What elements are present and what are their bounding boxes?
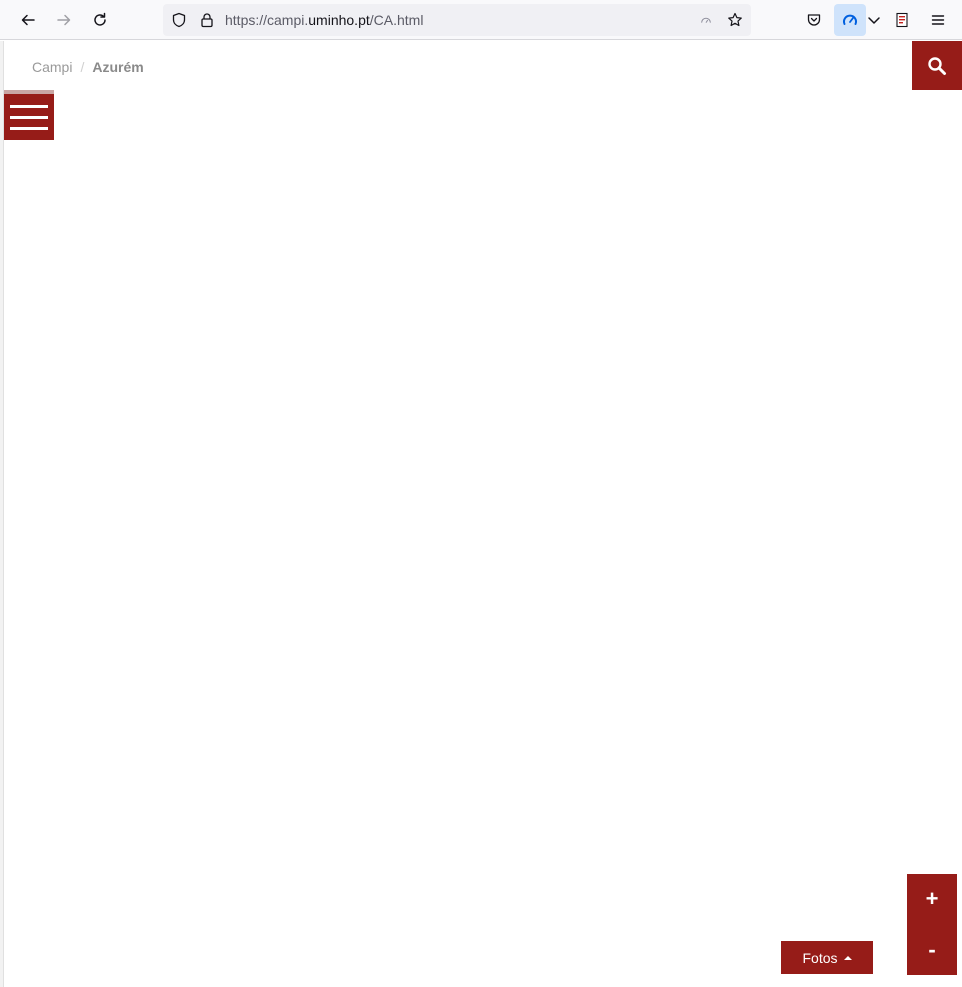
arrow-right-icon (57, 14, 71, 26)
fotos-button[interactable]: Fotos (781, 941, 873, 974)
browser-toolbar: https://campi.uminho.pt/CA.html (0, 0, 962, 40)
back-button[interactable] (12, 4, 44, 36)
reload-icon (94, 12, 106, 26)
zoom-controls: + - (907, 874, 957, 975)
app-menu-button[interactable] (922, 4, 954, 36)
url-text[interactable]: https://campi.uminho.pt/CA.html (225, 4, 423, 36)
map-page[interactable]: Campi / Azurém Fotos + - (4, 41, 962, 987)
lock-icon[interactable] (199, 12, 215, 28)
hamburger-menu-icon (931, 15, 945, 25)
url-domain: uminho.pt (308, 12, 370, 28)
url-prefix: https://campi. (225, 12, 309, 28)
pdf-extension-button[interactable] (886, 4, 918, 36)
forward-button[interactable] (48, 4, 80, 36)
menu-bar (10, 126, 48, 130)
speed-extension-button[interactable] (834, 4, 866, 36)
menu-bar (10, 104, 48, 108)
zoom-out-button[interactable]: - (907, 925, 957, 975)
menu-toggle-button[interactable] (4, 90, 54, 140)
shield-icon[interactable] (171, 12, 187, 28)
reader-mode-icon[interactable] (698, 12, 714, 28)
url-suffix: /CA.html (369, 12, 424, 28)
reload-button[interactable] (84, 4, 116, 36)
bookmark-star-icon[interactable] (727, 12, 743, 28)
chevron-down-icon (868, 17, 880, 24)
arrow-left-icon (21, 14, 35, 26)
search-button[interactable] (912, 41, 962, 90)
breadcrumb-current: Azurém (92, 59, 144, 75)
breadcrumb-item-campi[interactable]: Campi (32, 59, 72, 75)
zoom-in-button[interactable]: + (907, 874, 957, 924)
search-icon (928, 56, 946, 75)
breadcrumb-separator: / (80, 59, 85, 75)
breadcrumb: Campi / Azurém (32, 59, 144, 75)
pocket-icon (807, 14, 821, 26)
url-bar[interactable]: https://campi.uminho.pt/CA.html (163, 4, 751, 36)
caret-up-icon (843, 955, 852, 960)
pocket-button[interactable] (798, 4, 830, 36)
menu-bar (10, 115, 48, 119)
pdf-document-icon (896, 12, 908, 28)
speedometer-icon (843, 14, 857, 25)
extension-dropdown-button[interactable] (864, 4, 884, 36)
fotos-label: Fotos (802, 949, 838, 966)
